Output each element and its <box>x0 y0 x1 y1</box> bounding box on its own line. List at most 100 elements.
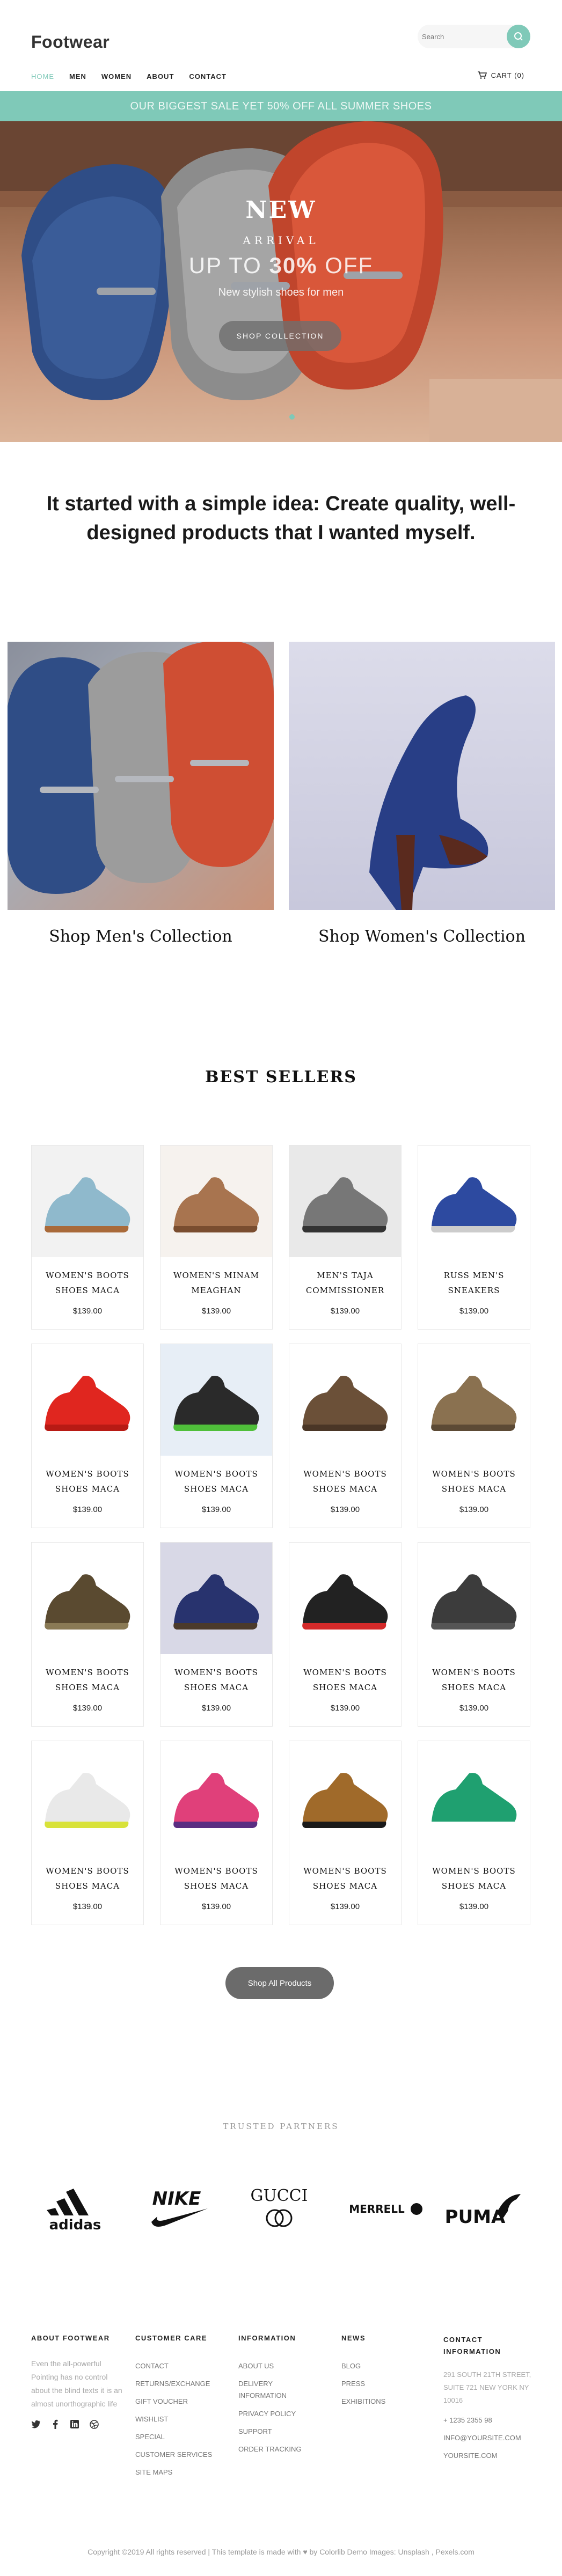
dribbble-icon[interactable] <box>89 2419 99 2429</box>
product-price: $139.00 <box>330 1704 360 1713</box>
carousel-dot[interactable] <box>289 414 295 420</box>
product-card[interactable]: WOMEN'S BOOTS SHOES MACA $139.00 <box>160 1542 273 1727</box>
product-card[interactable]: WOMEN'S BOOTS SHOES MACA $139.00 <box>418 1542 530 1727</box>
nike-wordmark: NIKE <box>152 2188 201 2210</box>
footer-link-site-maps[interactable]: SITE MAPS <box>135 2463 227 2481</box>
product-name[interactable]: WOMEN'S BOOTS SHOES MACA <box>37 1665 138 1695</box>
product-card[interactable]: MEN'S TAJA COMMISSIONER $139.00 <box>289 1145 402 1330</box>
product-card[interactable]: WOMEN'S BOOTS SHOES MACA $139.00 <box>289 1741 402 1925</box>
footer-link-about-us[interactable]: ABOUT US <box>238 2357 319 2375</box>
footer-phone[interactable]: + 1235 2355 98 <box>443 2411 535 2429</box>
nav-home[interactable]: HOME <box>31 72 54 80</box>
product-price: $139.00 <box>330 1505 360 1514</box>
product-name[interactable]: WOMEN'S BOOTS SHOES MACA <box>295 1466 396 1496</box>
brand-merrell[interactable]: MERRELL <box>344 2182 424 2235</box>
promo-bar: OUR BIGGEST SALE YET 50% OFF ALL SUMMER … <box>0 91 562 121</box>
footer-link-delivery[interactable]: DELIVERY INFORMATION <box>238 2378 319 2402</box>
footer-link-order-tracking[interactable]: ORDER TRACKING <box>238 2440 319 2458</box>
product-image[interactable] <box>418 1543 530 1654</box>
footer-link-contact[interactable]: CONTACT <box>135 2357 227 2375</box>
shop-all-products-button[interactable]: Shop All Products <box>225 1967 334 1999</box>
men-collection-link[interactable]: Shop Men's Collection <box>8 927 274 946</box>
product-card[interactable]: WOMEN'S BOOTS SHOES MACA $139.00 <box>418 1344 530 1528</box>
search-button[interactable] <box>507 25 530 48</box>
cart-link[interactable]: CART (0) <box>477 71 524 79</box>
women-collection-image[interactable] <box>289 642 555 910</box>
product-image[interactable] <box>289 1741 401 1853</box>
brand-nike[interactable]: NIKE <box>141 2182 216 2235</box>
product-image[interactable] <box>418 1741 530 1853</box>
product-name[interactable]: RUSS MEN'S SNEAKERS <box>424 1268 524 1298</box>
product-name[interactable]: WOMEN'S BOOTS SHOES MACA <box>424 1466 524 1496</box>
product-card[interactable]: WOMEN'S BOOTS SHOES MACA $139.00 <box>160 1741 273 1925</box>
footer-link-exhibitions[interactable]: EXHIBITIONS <box>341 2392 422 2410</box>
product-image[interactable] <box>289 1344 401 1456</box>
shop-collection-button[interactable]: SHOP COLLECTION <box>219 321 341 351</box>
product-name[interactable]: WOMEN'S BOOTS SHOES MACA <box>295 1863 396 1894</box>
nav-women[interactable]: WOMEN <box>101 72 132 80</box>
product-name[interactable]: WOMEN'S MINAM MEAGHAN <box>166 1268 267 1298</box>
product-name[interactable]: WOMEN'S BOOTS SHOES MACA <box>166 1466 267 1496</box>
product-name[interactable]: WOMEN'S BOOTS SHOES MACA <box>37 1466 138 1496</box>
facebook-icon[interactable] <box>50 2419 60 2429</box>
twitter-icon[interactable] <box>31 2419 41 2429</box>
footer-link-press[interactable]: PRESS <box>341 2375 422 2392</box>
product-name[interactable]: WOMEN'S BOOTS SHOES MACA <box>424 1665 524 1695</box>
product-image[interactable] <box>289 1146 401 1257</box>
search-input[interactable] <box>422 30 497 43</box>
product-image[interactable] <box>160 1741 272 1853</box>
product-name[interactable]: WOMEN'S BOOTS SHOES MACA <box>166 1665 267 1695</box>
product-card[interactable]: WOMEN'S BOOTS SHOES MACA $139.00 <box>31 1145 144 1330</box>
nike-logo-icon: NIKE <box>151 2188 208 2227</box>
footer-link-gift-voucher[interactable]: GIFT VOUCHER <box>135 2392 227 2410</box>
partners-title: TRUSTED PARTNERS <box>223 2122 339 2131</box>
product-card[interactable]: WOMEN'S BOOTS SHOES MACA $139.00 <box>418 1741 530 1925</box>
footer-link-blog[interactable]: BLOG <box>341 2357 422 2375</box>
product-card[interactable]: WOMEN'S BOOTS SHOES MACA $139.00 <box>289 1344 402 1528</box>
product-image[interactable] <box>160 1543 272 1654</box>
product-name[interactable]: WOMEN'S BOOTS SHOES MACA <box>37 1268 138 1298</box>
product-card[interactable]: RUSS MEN'S SNEAKERS $139.00 <box>418 1145 530 1330</box>
footer-link-wishlist[interactable]: WISHLIST <box>135 2410 227 2428</box>
footer-email[interactable]: INFO@YOURSITE.COM <box>443 2429 535 2447</box>
linkedin-icon[interactable] <box>70 2419 79 2429</box>
women-collection-link[interactable]: Shop Women's Collection <box>289 927 555 946</box>
product-name[interactable]: WOMEN'S BOOTS SHOES MACA <box>37 1863 138 1894</box>
nav-men[interactable]: MEN <box>69 72 86 80</box>
nav-about[interactable]: ABOUT <box>147 72 174 80</box>
product-image[interactable] <box>32 1543 143 1654</box>
product-card[interactable]: WOMEN'S BOOTS SHOES MACA $139.00 <box>31 1344 144 1528</box>
product-image[interactable] <box>289 1543 401 1654</box>
product-name[interactable]: MEN'S TAJA COMMISSIONER <box>295 1268 396 1298</box>
brand-puma[interactable]: PUMA <box>446 2182 526 2235</box>
site-header: Footwear HOME MEN WOMEN ABOUT CONTACT CA… <box>0 0 562 91</box>
product-card[interactable]: WOMEN'S BOOTS SHOES MACA $139.00 <box>31 1542 144 1727</box>
footer-link-returns[interactable]: RETURNS/EXCHANGE <box>135 2375 227 2392</box>
product-image[interactable] <box>160 1146 272 1257</box>
product-image[interactable] <box>418 1146 530 1257</box>
footer-link-special[interactable]: SPECIAL <box>135 2428 227 2446</box>
brand-adidas[interactable]: adidas <box>38 2182 113 2235</box>
footer-website[interactable]: YOURSITE.COM <box>443 2447 535 2464</box>
men-collection-image[interactable] <box>8 642 274 910</box>
footer-link-support[interactable]: SUPPORT <box>238 2423 319 2440</box>
product-price: $139.00 <box>459 1902 489 1911</box>
product-card[interactable]: WOMEN'S BOOTS SHOES MACA $139.00 <box>289 1542 402 1727</box>
brand-gucci[interactable]: GUCCI <box>242 2182 317 2235</box>
product-name[interactable]: WOMEN'S BOOTS SHOES MACA <box>424 1863 524 1894</box>
product-name[interactable]: WOMEN'S BOOTS SHOES MACA <box>295 1665 396 1695</box>
product-image[interactable] <box>418 1344 530 1456</box>
product-image[interactable] <box>32 1741 143 1853</box>
product-image[interactable] <box>160 1344 272 1456</box>
footer-link-customer-services[interactable]: CUSTOMER SERVICES <box>135 2446 227 2463</box>
footer-link-privacy[interactable]: PRIVACY POLICY <box>238 2405 319 2423</box>
product-card[interactable]: WOMEN'S BOOTS SHOES MACA $139.00 <box>31 1741 144 1925</box>
product-image[interactable] <box>32 1146 143 1257</box>
product-card[interactable]: WOMEN'S BOOTS SHOES MACA $139.00 <box>160 1344 273 1528</box>
nav-contact[interactable]: CONTACT <box>189 72 227 80</box>
product-card[interactable]: WOMEN'S MINAM MEAGHAN $139.00 <box>160 1145 273 1330</box>
product-price: $139.00 <box>72 1307 103 1316</box>
product-name[interactable]: WOMEN'S BOOTS SHOES MACA <box>166 1863 267 1894</box>
product-image[interactable] <box>32 1344 143 1456</box>
site-logo[interactable]: Footwear <box>31 32 110 52</box>
